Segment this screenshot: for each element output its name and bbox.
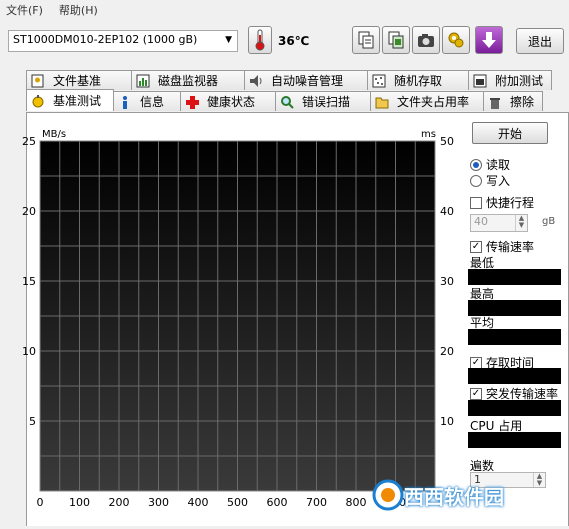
radio-indicator xyxy=(470,174,482,187)
extra-tests-icon xyxy=(473,74,487,87)
checkmark-icon: ✓ xyxy=(470,240,482,253)
watermark: 西西软件园 xyxy=(372,470,552,520)
y-tick-label: 5 xyxy=(29,415,36,428)
transfer-rate-label: 传输速率 xyxy=(486,240,535,254)
checkmark-icon: ✓ xyxy=(470,387,482,400)
watermark-logo-icon xyxy=(372,479,404,511)
x-tick-label: 300 xyxy=(148,496,169,509)
arrow-down-icon xyxy=(482,32,496,48)
checkbox-box xyxy=(470,196,482,209)
start-button[interactable]: 开始 xyxy=(472,122,548,144)
tab-label: 附加测试 xyxy=(494,74,543,88)
shortstroke-unit: gB xyxy=(542,216,556,227)
x-tick-label: 400 xyxy=(188,496,209,509)
transfer-rate-checkbox[interactable]: ✓ 传输速率 xyxy=(470,238,534,255)
write-label: 写入 xyxy=(486,174,511,188)
y-tick-label: 25 xyxy=(22,135,36,148)
side-controls: 开始 读取 写入 快捷行程 40 ▲ ▼ gB ✓ 传输速率 最低 最高 平均 ✓… xyxy=(468,112,568,526)
read-radio[interactable]: 读取 xyxy=(470,156,510,173)
x-tick-label: 0 xyxy=(37,496,44,509)
x-tick-label: 500 xyxy=(227,496,248,509)
y2-tick-label: 40 xyxy=(440,205,454,218)
y-tick-label: 20 xyxy=(22,205,36,218)
min-value-box xyxy=(468,269,561,285)
access-time-value-box xyxy=(468,368,561,384)
x-tick-label: 100 xyxy=(69,496,90,509)
shortstroke-value: 40 xyxy=(474,215,488,228)
radio-indicator xyxy=(470,158,482,171)
avg-value-box xyxy=(468,329,561,345)
benchmark-chart-svg: MB/s ms25201510550403020100 100 200 300 400 50… xyxy=(22,129,454,509)
y2-tick-label: 20 xyxy=(440,345,454,358)
read-label: 读取 xyxy=(486,158,511,172)
y2-tick-label: 50 xyxy=(440,135,454,148)
x-tick-label: 800 xyxy=(346,496,367,509)
x-tick-label: 200 xyxy=(109,496,130,509)
x-tick-label: 700 xyxy=(306,496,327,509)
tab-label: 擦除 xyxy=(509,95,534,109)
shortstroke-checkbox[interactable]: 快捷行程 xyxy=(470,194,534,211)
y2-axis-unit: ms xyxy=(421,129,436,140)
y-tick-label: 15 xyxy=(22,275,36,288)
write-radio[interactable]: 写入 xyxy=(470,172,510,189)
x-tick-label: 600 xyxy=(267,496,288,509)
checkmark-icon: ✓ xyxy=(470,356,482,369)
cpu-value-box xyxy=(468,432,561,448)
y-tick-label: 10 xyxy=(22,345,36,358)
burst-rate-value-box xyxy=(468,400,561,416)
exit-button[interactable]: 退出 xyxy=(516,28,564,54)
watermark-text: 西西软件园 xyxy=(404,484,504,509)
benchmark-chart: MB/s ms 25 20 15 10 5 50 40 30 20 10 0 100 200 300 400 50… xyxy=(0,0,468,529)
y2-tick-label: 30 xyxy=(440,275,454,288)
download-button[interactable] xyxy=(475,26,503,54)
trash-icon xyxy=(490,97,500,109)
shortstroke-spinbox[interactable]: 40 ▲ ▼ xyxy=(470,214,528,232)
y2-tick-label: 10 xyxy=(440,415,454,428)
shortstroke-label: 快捷行程 xyxy=(486,196,535,210)
tab-erase[interactable]: 擦除 xyxy=(483,91,543,111)
y-axis-unit: MB/s xyxy=(42,129,66,140)
spinner-arrows-icon[interactable]: ▲ ▼ xyxy=(515,215,527,231)
tab-extra-tests[interactable]: 附加测试 xyxy=(468,70,552,90)
